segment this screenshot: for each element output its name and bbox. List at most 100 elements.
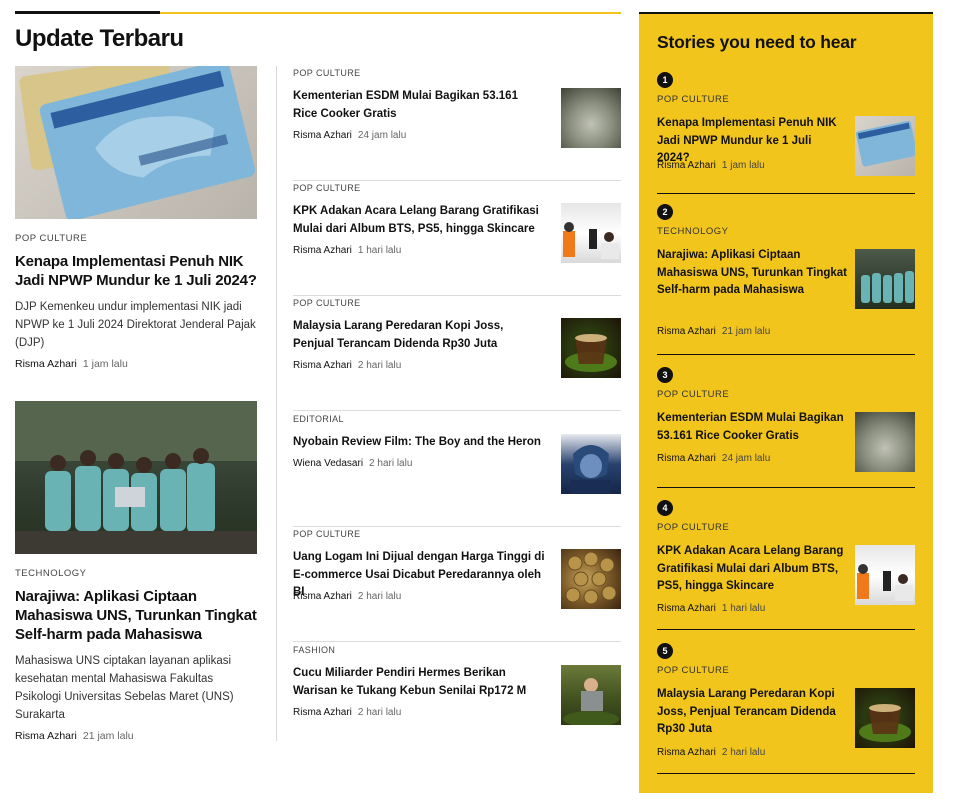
article-meta: Risma Azhari 21 jam lalu — [657, 326, 770, 337]
column-divider — [276, 66, 277, 741]
story-category[interactable]: POP CULTURE — [657, 94, 729, 105]
article-meta: Risma Azhari 2 hari lalu — [657, 747, 765, 758]
list-item-title[interactable]: Nyobain Review Film: The Boy and the Her… — [293, 434, 545, 452]
story-title[interactable]: KPK Adakan Acara Lelang Barang Gratifika… — [657, 543, 847, 596]
list-item-category[interactable]: FASHION — [293, 645, 335, 655]
timestamp: 2 hari lalu — [721, 747, 766, 758]
featured-image[interactable] — [15, 401, 257, 554]
timestamp: 2 hari lalu — [369, 458, 413, 469]
timestamp: 2 hari lalu — [357, 360, 402, 371]
timestamp: 1 hari lalu — [721, 603, 766, 614]
timestamp: 2 hari lalu — [357, 591, 402, 602]
article-meta: Risma Azhari 2 hari lalu — [293, 707, 401, 718]
story-title[interactable]: Malaysia Larang Peredaran Kopi Joss, Pen… — [657, 686, 847, 739]
story-thumbnail[interactable] — [855, 412, 915, 472]
story-rank-badge: 3 — [657, 367, 673, 383]
featured-excerpt: DJP Kemenkeu undur implementasi NIK jadi… — [15, 301, 256, 349]
featured-category[interactable]: TECHNOLOGY — [15, 568, 257, 579]
list-item-thumbnail[interactable] — [561, 88, 621, 148]
list-item-thumbnail[interactable] — [561, 549, 621, 609]
story-title[interactable]: Narajiwa: Aplikasi Ciptaan Mahasiswa UNS… — [657, 247, 847, 300]
timestamp: 21 jam lalu — [82, 730, 134, 742]
list-item-thumbnail[interactable] — [561, 665, 621, 725]
author-name[interactable]: Risma Azhari — [15, 730, 77, 742]
article-meta: Risma Azhari 1 jam lalu — [15, 358, 257, 370]
story-thumbnail[interactable] — [855, 249, 915, 309]
author-name[interactable]: Risma Azhari — [293, 591, 352, 602]
article-meta: Risma Azhari 24 jam lalu — [657, 453, 770, 464]
timestamp: 1 jam lalu — [721, 160, 765, 171]
list-item-category[interactable]: EDITORIAL — [293, 414, 344, 424]
author-name[interactable]: Risma Azhari — [657, 453, 716, 464]
section-title: Update Terbaru — [15, 25, 184, 52]
story-category[interactable]: TECHNOLOGY — [657, 226, 729, 237]
list-item-category[interactable]: POP CULTURE — [293, 68, 361, 78]
article-meta: Risma Azhari 2 hari lalu — [293, 591, 401, 602]
author-name[interactable]: Risma Azhari — [15, 358, 77, 370]
story-rank-badge: 1 — [657, 72, 673, 88]
list-item-title[interactable]: Kementerian ESDM Mulai Bagikan 53.161 Ri… — [293, 88, 545, 123]
article-meta: Risma Azhari 1 hari lalu — [293, 245, 401, 256]
story-title[interactable]: Kementerian ESDM Mulai Bagikan 53.161 Ri… — [657, 410, 847, 445]
section-rule-yellow — [160, 12, 621, 14]
article-meta: Risma Azhari 24 jam lalu — [293, 130, 406, 141]
author-name[interactable]: Risma Azhari — [657, 747, 716, 758]
timestamp: 2 hari lalu — [357, 707, 402, 718]
article-meta: Risma Azhari 1 jam lalu — [657, 160, 765, 171]
story-category[interactable]: POP CULTURE — [657, 389, 729, 400]
stories-sidebar: Stories you need to hear 1 POP CULTURE K… — [639, 12, 933, 793]
story-thumbnail[interactable] — [855, 545, 915, 605]
story-rank-badge: 2 — [657, 204, 673, 220]
story-rank-badge: 5 — [657, 643, 673, 659]
story-rank-badge: 4 — [657, 500, 673, 516]
article-meta: Risma Azhari 21 jam lalu — [15, 730, 257, 742]
story-thumbnail[interactable] — [855, 688, 915, 748]
sidebar-story[interactable]: 3 POP CULTURE Kementerian ESDM Mulai Bag… — [657, 367, 915, 488]
article-meta: Wiena Vedasari 2 hari lalu — [293, 458, 412, 469]
sidebar-story[interactable]: 1 POP CULTURE Kenapa Implementasi Penuh … — [657, 72, 915, 194]
list-item-thumbnail[interactable] — [561, 434, 621, 494]
timestamp: 21 jam lalu — [721, 326, 771, 337]
featured-category[interactable]: POP CULTURE — [15, 233, 257, 244]
list-item[interactable]: POP CULTURE Kementerian ESDM Mulai Bagik… — [293, 66, 621, 181]
sidebar-story[interactable]: 2 TECHNOLOGY Narajiwa: Aplikasi Ciptaan … — [657, 204, 915, 355]
list-item-thumbnail[interactable] — [561, 318, 621, 378]
author-name[interactable]: Risma Azhari — [293, 707, 352, 718]
timestamp: 24 jam lalu — [357, 130, 407, 141]
featured-title[interactable]: Kenapa Implementasi Penuh NIK Jadi NPWP … — [15, 252, 257, 290]
sidebar-story[interactable]: 4 POP CULTURE KPK Adakan Acara Lelang Ba… — [657, 500, 915, 630]
featured-image[interactable] — [15, 66, 257, 219]
author-name[interactable]: Risma Azhari — [293, 130, 352, 141]
article-meta: Risma Azhari 2 hari lalu — [293, 360, 401, 371]
author-name[interactable]: Wiena Vedasari — [293, 458, 363, 469]
author-name[interactable]: Risma Azhari — [293, 360, 352, 371]
timestamp: 1 hari lalu — [357, 245, 402, 256]
sidebar-heading: Stories you need to hear — [657, 32, 857, 52]
author-name[interactable]: Risma Azhari — [293, 245, 352, 256]
list-item[interactable]: FASHION Cucu Miliarder Pendiri Hermes Be… — [293, 643, 621, 758]
list-item-title[interactable]: Malaysia Larang Peredaran Kopi Joss, Pen… — [293, 318, 545, 353]
list-item-thumbnail[interactable] — [561, 203, 621, 263]
featured-article[interactable]: TECHNOLOGY Narajiwa: Aplikasi Ciptaan Ma… — [15, 401, 257, 742]
list-item-title[interactable]: Cucu Miliarder Pendiri Hermes Berikan Wa… — [293, 665, 545, 700]
list-item-category[interactable]: POP CULTURE — [293, 298, 361, 308]
list-item-category[interactable]: POP CULTURE — [293, 183, 361, 193]
author-name[interactable]: Risma Azhari — [657, 160, 716, 171]
featured-title[interactable]: Narajiwa: Aplikasi Ciptaan Mahasiswa UNS… — [15, 587, 257, 644]
list-item[interactable]: POP CULTURE KPK Adakan Acara Lelang Bara… — [293, 181, 621, 296]
list-item-category[interactable]: POP CULTURE — [293, 529, 361, 539]
list-item[interactable]: POP CULTURE Malaysia Larang Peredaran Ko… — [293, 296, 621, 411]
story-thumbnail[interactable] — [855, 116, 915, 176]
list-item-title[interactable]: KPK Adakan Acara Lelang Barang Gratifika… — [293, 203, 545, 238]
featured-article[interactable]: POP CULTURE Kenapa Implementasi Penuh NI… — [15, 66, 257, 370]
story-category[interactable]: POP CULTURE — [657, 522, 729, 533]
list-item[interactable]: EDITORIAL Nyobain Review Film: The Boy a… — [293, 412, 621, 527]
sidebar-story[interactable]: 5 POP CULTURE Malaysia Larang Peredaran … — [657, 643, 915, 774]
timestamp: 24 jam lalu — [721, 453, 771, 464]
author-name[interactable]: Risma Azhari — [657, 326, 716, 337]
author-name[interactable]: Risma Azhari — [657, 603, 716, 614]
featured-excerpt: Mahasiswa UNS ciptakan layanan aplikasi … — [15, 655, 234, 721]
story-category[interactable]: POP CULTURE — [657, 665, 729, 676]
list-item[interactable]: POP CULTURE Uang Logam Ini Dijual dengan… — [293, 527, 621, 642]
timestamp: 1 jam lalu — [82, 358, 128, 370]
